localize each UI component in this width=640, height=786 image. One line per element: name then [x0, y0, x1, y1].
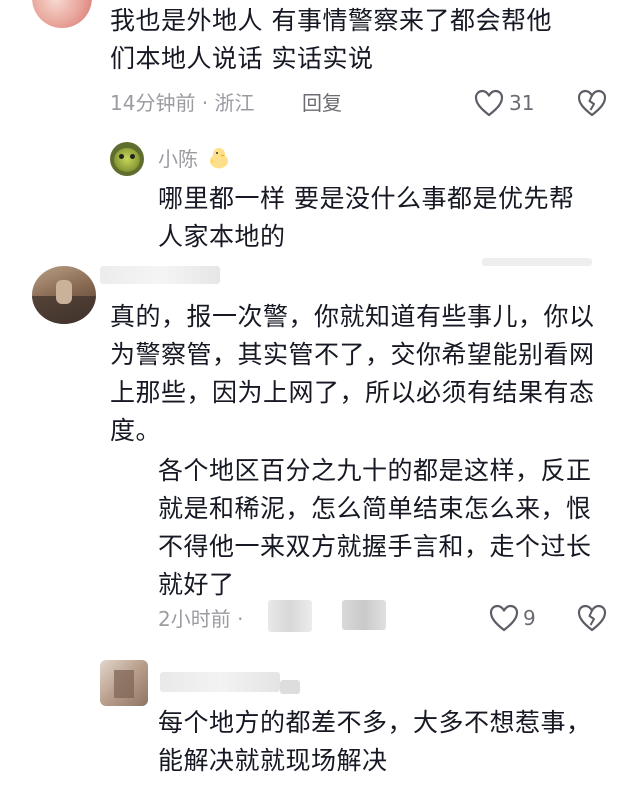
avatar[interactable] — [32, 0, 92, 28]
blurred-location — [268, 600, 312, 632]
comment-meta: 14分钟前 · 浙江 — [110, 91, 255, 115]
heart-outline-icon[interactable] — [474, 89, 504, 117]
reply-text: 哪里都一样 要是没什么事都是优先帮人家本地的 — [158, 184, 575, 251]
reply-button[interactable]: 回复 — [302, 90, 342, 116]
blurred-username — [280, 680, 300, 694]
chick-emoji-icon — [210, 148, 228, 169]
comment-text: 我也是外地人 有事情警察来了都会帮他们本地人说话 实话实说 — [110, 6, 552, 73]
broken-heart-icon[interactable] — [577, 604, 607, 632]
blurred-username — [100, 266, 220, 284]
reply-meta: 2小时前 · — [158, 607, 244, 631]
like-count: 9 — [523, 606, 536, 630]
avatar[interactable] — [110, 142, 144, 176]
like-count: 31 — [509, 91, 535, 115]
heart-outline-icon[interactable] — [489, 604, 519, 632]
comment-text: 真的，报一次警，你就知道有些事儿，你以为警察管，其实管不了，交你希望能别看网上那… — [110, 302, 595, 445]
blurred-username — [160, 672, 280, 692]
blurred-reply-button[interactable] — [342, 600, 386, 630]
comment-text: 每个地方的都差不多，大多不想惹事，能解决就就现场解决 — [158, 708, 592, 775]
blurred-username — [482, 258, 592, 266]
reply-author-name[interactable]: 小陈 — [158, 146, 198, 172]
avatar[interactable] — [100, 660, 148, 706]
broken-heart-icon[interactable] — [577, 89, 607, 117]
avatar[interactable] — [32, 266, 96, 324]
reply-text: 各个地区百分之九十的都是这样，反正就是和稀泥，怎么简单结束怎么来，恨不得他一来双… — [158, 456, 592, 599]
